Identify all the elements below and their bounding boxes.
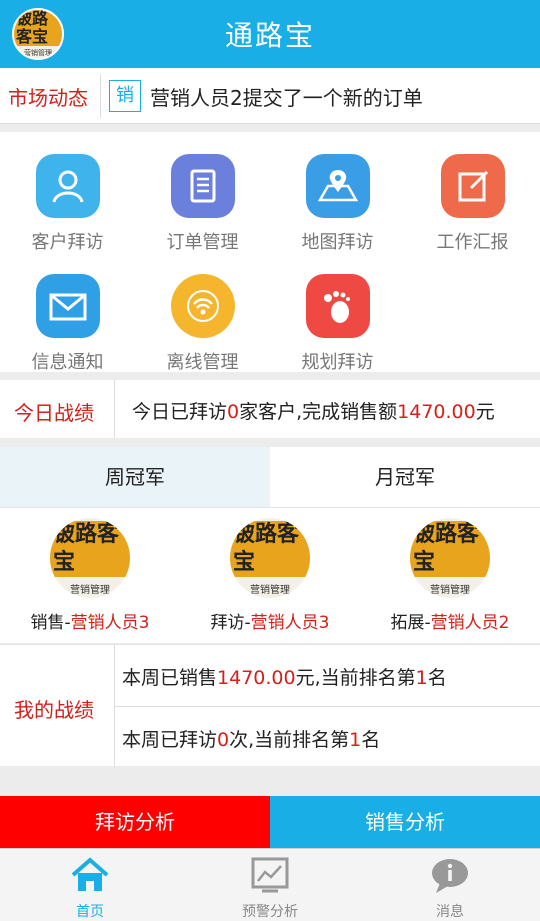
market-news-bar[interactable]: 市场动态 销 营销人员2提交了一个新的订单 (0, 68, 540, 124)
app-header: 铍路客宝 营销管理 通路宝 (0, 0, 540, 68)
chart-icon (251, 857, 289, 893)
weekly-sales-rank-value: 1 (415, 667, 428, 689)
nav-item-warning-analysis[interactable]: 预警分析 (180, 849, 360, 921)
page-title: 通路宝 (224, 19, 315, 52)
avatar-mark: 铍路客宝 (230, 520, 310, 577)
avatar-sub: 营销管理 (70, 584, 110, 596)
nav-label: 预警分析 (242, 904, 298, 920)
bottom-nav: 首页 预警分析 消息 (0, 848, 540, 921)
weekly-visit-rank-value: 1 (349, 729, 362, 751)
champion-name: 营销人员3 (250, 613, 330, 633)
champion-expansion[interactable]: 铍路客宝营销管理 拓展-营销人员2 (360, 508, 540, 644)
menu-label: 离线管理 (166, 352, 239, 373)
today-record: 今日战绩 今日已拜访0家客户,完成销售额1470.00元 (0, 380, 540, 438)
nav-label: 消息 (436, 904, 464, 920)
avatar: 铍路客宝 营销管理 (50, 518, 130, 598)
home-icon (71, 857, 109, 891)
menu-customer-visit[interactable]: 客户拜访 (0, 132, 135, 253)
menu-plan-visit[interactable]: 规划拜访 (270, 252, 405, 373)
menu-label: 工作汇报 (436, 232, 509, 253)
nav-label: 首页 (76, 904, 104, 920)
market-news-message[interactable]: 营销人员2提交了一个新的订单 (150, 82, 423, 111)
divider (114, 380, 115, 438)
visit-analysis-button[interactable]: 拜访分析 (0, 796, 270, 848)
wifi-icon (171, 274, 235, 338)
feature-grid: 客户拜访 订单管理 地图拜访 工作汇报 信息通知 离线管理 规划拜访 (0, 132, 540, 373)
divider (114, 706, 540, 707)
footprint-icon (306, 274, 370, 338)
champion-category: 拜访- (210, 613, 251, 633)
menu-label: 信息通知 (31, 352, 104, 373)
sales-tag: 销 (109, 80, 141, 112)
nav-item-messages[interactable]: 消息 (360, 849, 540, 921)
menu-map-visit[interactable]: 地图拜访 (270, 132, 405, 253)
menu-info-notice[interactable]: 信息通知 (0, 252, 135, 373)
champion-caption: 拓展-营销人员2 (360, 608, 540, 633)
message-icon (432, 859, 468, 893)
menu-offline-management[interactable]: 离线管理 (135, 252, 270, 373)
my-record-label: 我的战绩 (14, 698, 94, 722)
menu-order-management[interactable]: 订单管理 (135, 132, 270, 253)
menu-label: 规划拜访 (301, 352, 374, 373)
text: 本周已销售 (122, 667, 218, 689)
avatar-mark: 铍路客宝 (50, 520, 130, 577)
envelope-icon (36, 274, 100, 338)
champion-tabs: 周冠军 月冠军 (0, 447, 540, 507)
menu-label: 订单管理 (166, 232, 239, 253)
champion-list: 铍路客宝 营销管理 销售-营销人员3 铍路客宝 营销管理 拜访-营销人员3 铍路客宝… (0, 507, 540, 643)
person-icon (36, 154, 100, 218)
avatar: 铍路客宝 营销管理 (230, 518, 310, 598)
document-list-icon (171, 154, 235, 218)
today-record-label: 今日战绩 (14, 401, 94, 425)
menu-work-report[interactable]: 工作汇报 (405, 132, 540, 253)
avatar-sub: 营销管理 (250, 584, 290, 596)
tab-monthly-champion[interactable]: 月冠军 (270, 447, 540, 507)
text: 元,当前排名第 (295, 667, 416, 689)
champion-name: 营销人员3 (70, 613, 150, 633)
weekly-visit-rank: 本周已拜访0次,当前排名第1名 (122, 725, 380, 752)
analysis-buttons: 拜访分析 销售分析 (0, 796, 540, 848)
text: 次,当前排名第 (229, 729, 350, 751)
menu-label: 地图拜访 (301, 232, 374, 253)
champion-category: 销售- (30, 613, 71, 633)
edit-icon (441, 154, 505, 218)
avatar-mark: 铍路客宝 (410, 520, 490, 577)
today-pre: 今日已拜访 (132, 401, 228, 423)
sales-analysis-button[interactable]: 销售分析 (270, 796, 540, 848)
weekly-visit-count: 0 (217, 729, 230, 751)
tab-weekly-champion[interactable]: 周冠军 (0, 447, 270, 507)
text: 本周已拜访 (122, 729, 218, 751)
weekly-sales-amount: 1470.00 (217, 667, 296, 689)
my-record: 我的战绩 本周已销售1470.00元,当前排名第1名 本周已拜访0次,当前排名第… (0, 644, 540, 767)
menu-label: 客户拜访 (31, 232, 104, 253)
champion-category: 拓展- (390, 613, 431, 633)
nav-item-home[interactable]: 首页 (0, 849, 180, 921)
market-news-label: 市场动态 (8, 86, 88, 110)
avatar-sub: 营销管理 (430, 584, 470, 596)
today-sales-amount: 1470.00 (397, 401, 476, 423)
today-visit-count: 0 (227, 401, 240, 423)
champion-caption: 拜访-营销人员3 (180, 608, 360, 633)
weekly-sales-rank: 本周已销售1470.00元,当前排名第1名 (122, 663, 447, 690)
map-pin-icon (306, 154, 370, 218)
champion-sales[interactable]: 铍路客宝营销管理 销售-营销人员3 (0, 508, 180, 644)
today-record-text: 今日已拜访0家客户,完成销售额1470.00元 (132, 397, 495, 424)
today-mid: 家客户,完成销售额 (239, 401, 398, 423)
today-unit: 元 (475, 401, 495, 423)
avatar: 铍路客宝 营销管理 (410, 518, 490, 598)
champion-caption: 销售-营销人员3 (0, 608, 180, 633)
divider (100, 74, 101, 118)
champion-name: 营销人员2 (430, 613, 510, 633)
text: 名 (361, 729, 381, 751)
text: 名 (427, 667, 447, 689)
champion-visit[interactable]: 铍路客宝营销管理 拜访-营销人员3 (180, 508, 360, 644)
